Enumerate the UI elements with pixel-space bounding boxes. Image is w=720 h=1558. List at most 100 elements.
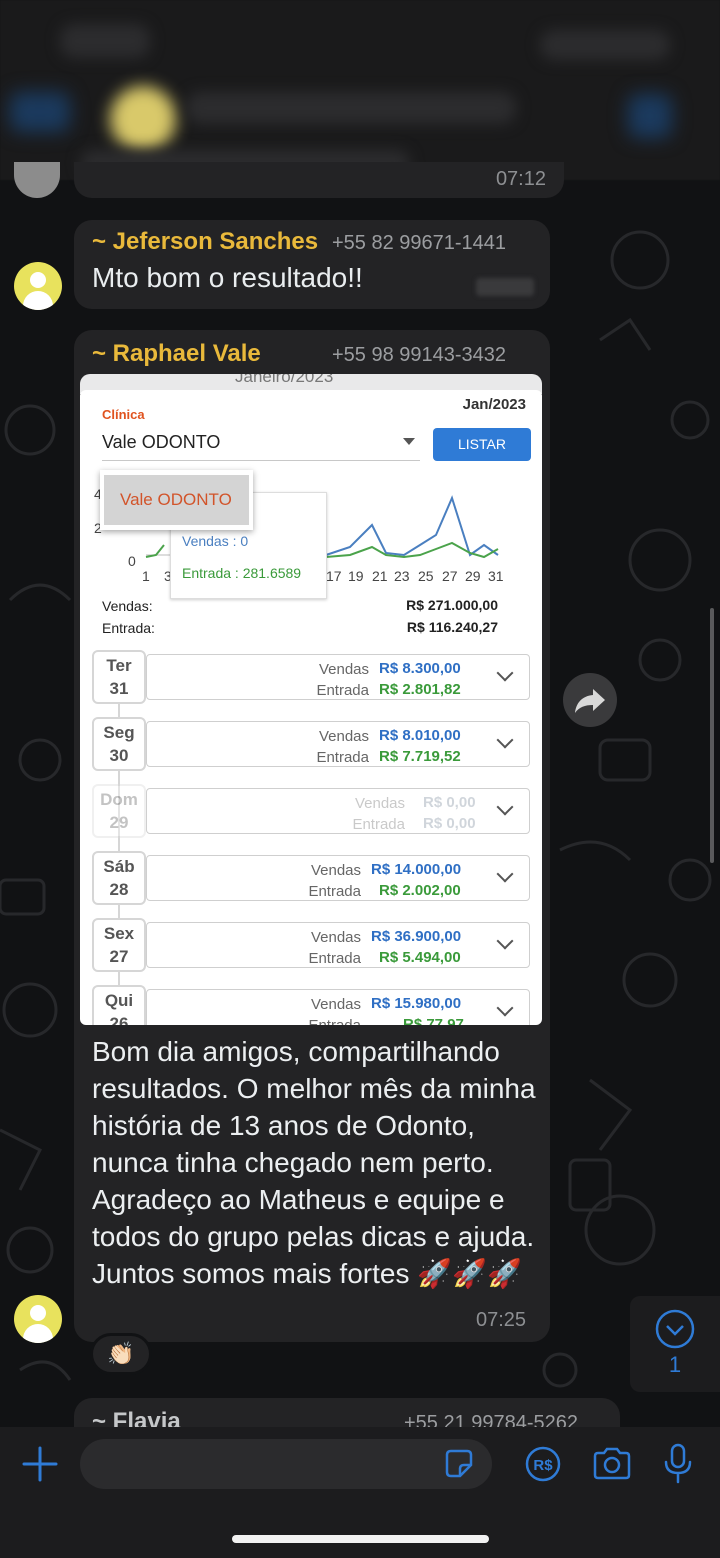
day-row[interactable]: Ter 31 Vendas R$ 8.300,00 Entrada R$ 2.80…: [90, 650, 532, 704]
day-number: 30: [109, 746, 129, 765]
sender-avatar[interactable]: [14, 1295, 62, 1343]
entrada-label: Entrada: [308, 1017, 361, 1025]
vendas-value: R$ 0,00: [423, 794, 476, 811]
day-summary[interactable]: Vendas R$ 8.300,00 Entrada R$ 2.801,82: [146, 654, 530, 700]
sender-avatar[interactable]: [14, 262, 62, 310]
x-tick: 17: [326, 568, 342, 584]
shared-screenshot-image[interactable]: Jan/2023 Clínica Vale ODONTO LISTAR 4 2 …: [80, 390, 542, 1025]
expand-chevron-icon[interactable]: [496, 664, 514, 682]
select-underline: [102, 460, 420, 461]
day-of-week: Sáb: [103, 857, 135, 876]
x-tick: 19: [348, 568, 364, 584]
chevron-down-icon: [655, 1309, 695, 1349]
entrada-value: R$ 7.719,52: [379, 748, 461, 765]
expand-chevron-icon[interactable]: [496, 999, 514, 1017]
sender-name[interactable]: ~ Jeferson Sanches: [92, 228, 318, 256]
group-avatar[interactable]: [110, 86, 176, 152]
header-left-blurred: [10, 92, 70, 132]
day-row[interactable]: Qui 26 Vendas R$ 15.980,00 Entrada R$ 77,…: [90, 985, 532, 1025]
day-number: 28: [109, 880, 129, 899]
y-tick: 0: [128, 553, 136, 569]
day-number: 29: [109, 813, 129, 832]
payment-icon[interactable]: R$: [523, 1444, 563, 1484]
day-row[interactable]: Dom 29 Vendas R$ 0,00 Entrada R$ 0,00: [90, 784, 532, 838]
listar-button[interactable]: LISTAR: [433, 428, 531, 461]
day-summary[interactable]: Vendas R$ 15.980,00 Entrada R$ 77,97: [146, 989, 530, 1025]
entrada-value: R$ 2.002,00: [379, 882, 461, 899]
chat-header: [0, 0, 720, 180]
sender-name[interactable]: ~ Raphael Vale: [92, 340, 261, 368]
day-summary[interactable]: Vendas R$ 0,00 Entrada R$ 0,00: [146, 788, 530, 834]
message-input[interactable]: [80, 1439, 492, 1489]
entrada-value: R$ 5.494,00: [379, 949, 461, 966]
previous-message-bubble[interactable]: 07:12: [74, 162, 564, 198]
entrada-label: Entrada: [316, 682, 369, 699]
forward-button[interactable]: [563, 673, 617, 727]
entrada-value: R$ 77,97: [403, 1016, 464, 1025]
expand-chevron-icon[interactable]: [496, 731, 514, 749]
x-tick: 31: [488, 568, 504, 584]
day-tag: Sex 27: [92, 918, 146, 972]
vendas-label: Vendas: [318, 661, 369, 678]
sender-phone[interactable]: +55 98 99143-3432: [332, 344, 506, 367]
vendas-label: Vendas: [318, 728, 369, 745]
dropdown-option-vale-odonto[interactable]: Vale ODONTO: [104, 475, 249, 525]
day-number: 31: [109, 679, 129, 698]
tooltip-entrada: Entrada : 281.6589: [182, 565, 302, 581]
entrada-label: Entrada: [316, 749, 369, 766]
x-tick: 21: [372, 568, 388, 584]
vendas-label: Vendas: [310, 862, 361, 879]
vendas-total-label: Vendas:: [102, 598, 153, 614]
scroll-to-bottom-button[interactable]: 1: [630, 1296, 720, 1392]
entrada-value: R$ 0,00: [423, 815, 476, 832]
vendas-value: R$ 8.300,00: [379, 660, 461, 677]
day-tag: Sáb 28: [92, 851, 146, 905]
entrada-label: Entrada: [308, 883, 361, 900]
day-row[interactable]: Seg 30 Vendas R$ 8.010,00 Entrada R$ 7.71…: [90, 717, 532, 771]
vendas-value: R$ 36.900,00: [371, 928, 462, 945]
entrada-total-label: Entrada:: [102, 620, 155, 636]
back-button-blurred[interactable]: [60, 24, 150, 58]
plus-icon[interactable]: [20, 1444, 60, 1484]
day-of-week: Dom: [100, 790, 138, 809]
entrada-label: Entrada: [308, 950, 361, 967]
sticker-icon[interactable]: [442, 1447, 476, 1481]
day-row[interactable]: Sex 27 Vendas R$ 36.900,00 Entrada R$ 5.4…: [90, 918, 532, 972]
select-caret-icon[interactable]: [403, 438, 415, 445]
vendas-label: Vendas: [310, 996, 361, 1013]
sender-phone[interactable]: +55 82 99671-1441: [332, 232, 506, 255]
x-tick: 27: [442, 568, 458, 584]
svg-text:R$: R$: [533, 1457, 553, 1474]
group-name-blurred: [186, 92, 516, 124]
expand-chevron-icon[interactable]: [496, 798, 514, 816]
reaction-badge[interactable]: 👏🏻: [90, 1333, 152, 1375]
day-tag: Seg 30: [92, 717, 146, 771]
message-text: Bom dia amigos, compartilhando resultado…: [92, 1036, 536, 1289]
day-summary[interactable]: Vendas R$ 36.900,00 Entrada R$ 5.494,00: [146, 922, 530, 968]
camera-icon[interactable]: [591, 1444, 633, 1484]
previous-message-time: 07:12: [495, 168, 546, 190]
home-indicator[interactable]: [232, 1535, 489, 1543]
day-summary[interactable]: Vendas R$ 8.010,00 Entrada R$ 7.719,52: [146, 721, 530, 767]
vendas-value: R$ 8.010,00: [379, 727, 461, 744]
day-of-week: Sex: [103, 924, 135, 943]
message-text: Mto bom o resultado!!: [92, 262, 363, 293]
day-number: 27: [109, 947, 129, 966]
header-call-blurred[interactable]: [628, 94, 672, 138]
scrollbar-thumb[interactable]: [710, 608, 714, 863]
day-of-week: Ter: [106, 656, 132, 675]
day-tag: Qui 26: [92, 985, 146, 1025]
message-time: 07:25: [476, 1309, 527, 1331]
microphone-icon[interactable]: [661, 1442, 695, 1486]
expand-chevron-icon[interactable]: [496, 865, 514, 883]
clinic-select-value: Vale ODONTO: [102, 432, 221, 452]
day-summary[interactable]: Vendas R$ 14.000,00 Entrada R$ 2.002,00: [146, 855, 530, 901]
message-bubble-jeferson[interactable]: ~ Jeferson Sanches +55 82 99671-1441 Mto…: [74, 220, 550, 309]
vendas-value: R$ 15.980,00: [371, 995, 462, 1012]
vendas-label: Vendas: [310, 929, 361, 946]
expand-chevron-icon[interactable]: [496, 932, 514, 950]
entrada-label: Entrada: [352, 816, 405, 833]
unread-count: 1: [668, 1352, 682, 1377]
x-tick: 23: [394, 568, 410, 584]
day-row[interactable]: Sáb 28 Vendas R$ 14.000,00 Entrada R$ 2.0…: [90, 851, 532, 905]
